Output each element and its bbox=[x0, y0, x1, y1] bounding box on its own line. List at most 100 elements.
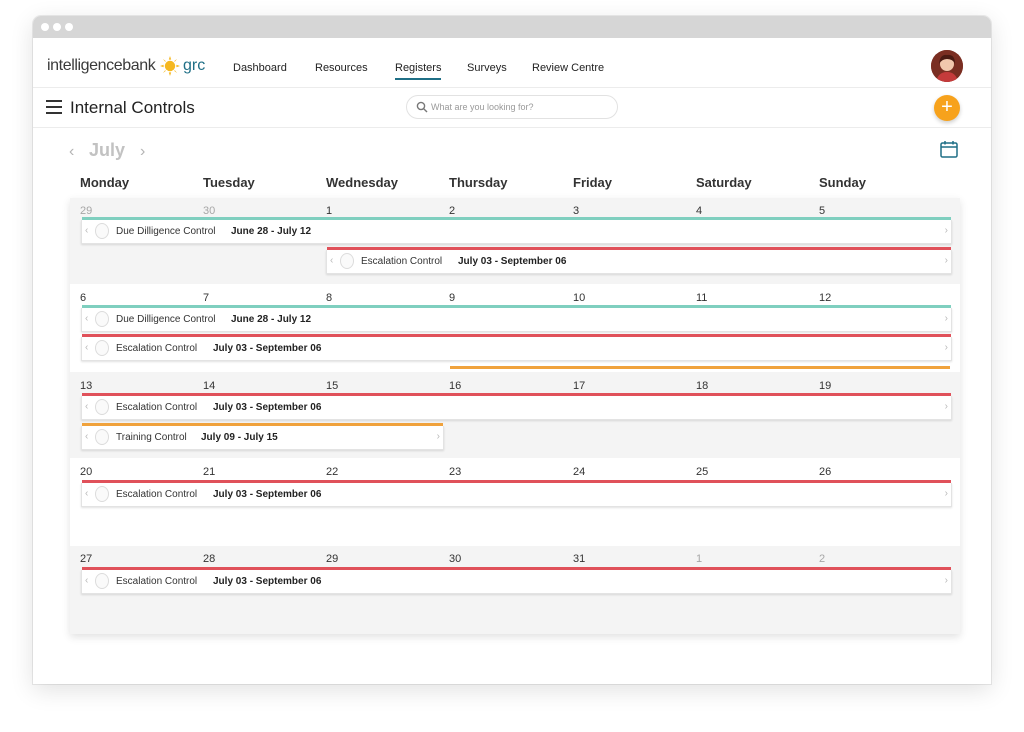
event-name: Escalation Control bbox=[116, 402, 198, 413]
event-dates: July 09 - July 15 bbox=[201, 432, 278, 443]
nav-resources[interactable]: Resources bbox=[315, 62, 368, 74]
event-escalation-control[interactable]: ‹ Escalation Control July 03 - September… bbox=[81, 393, 952, 420]
day-number[interactable]: 16 bbox=[449, 380, 461, 392]
day-number[interactable]: 13 bbox=[80, 380, 92, 392]
event-due-diligence-control[interactable]: ‹ Due Dilligence Control June 28 - July … bbox=[81, 305, 952, 332]
window-close-dot[interactable] bbox=[41, 23, 49, 31]
event-color-line bbox=[82, 480, 951, 483]
logo-suffix: grc bbox=[183, 57, 206, 74]
day-number[interactable]: 27 bbox=[80, 553, 92, 565]
nav-registers[interactable]: Registers bbox=[395, 62, 442, 80]
search-input[interactable] bbox=[431, 99, 611, 115]
event-escalation-control[interactable]: ‹ Escalation Control July 03 - September… bbox=[81, 334, 952, 361]
event-color-line bbox=[327, 247, 951, 250]
event-right-chevron-icon: › bbox=[944, 313, 948, 324]
day-number[interactable]: 12 bbox=[819, 292, 831, 304]
user-avatar[interactable] bbox=[931, 50, 963, 82]
day-number[interactable]: 19 bbox=[819, 380, 831, 392]
event-name: Escalation Control bbox=[116, 343, 198, 354]
day-number[interactable]: 31 bbox=[573, 553, 585, 565]
event-right-chevron-icon: › bbox=[944, 255, 948, 266]
window-titlebar bbox=[33, 16, 991, 38]
day-number[interactable]: 15 bbox=[326, 380, 338, 392]
calendar-week: 6 7 8 9 10 11 12 ‹ Due Dilligence Contro… bbox=[70, 284, 960, 372]
page-title: Internal Controls bbox=[70, 98, 195, 117]
calendar-week: 13 14 15 16 17 18 19 ‹ Escalation Contro… bbox=[70, 372, 960, 458]
prev-month-chevron-icon[interactable]: ‹ bbox=[69, 143, 74, 161]
event-dates: June 28 - July 12 bbox=[231, 226, 312, 237]
event-right-chevron-icon: › bbox=[944, 342, 948, 353]
month-navigator: ‹ July › bbox=[33, 140, 233, 164]
calendar-week: 20 21 22 23 24 25 26 ‹ Escalation Contro… bbox=[70, 458, 960, 546]
day-number[interactable]: 22 bbox=[326, 466, 338, 478]
day-number[interactable]: 30 bbox=[203, 205, 215, 217]
calendar-grid: 29 30 1 2 3 4 5 ‹ Due Dilligence Control… bbox=[70, 198, 960, 634]
event-dates: July 03 - September 06 bbox=[213, 576, 322, 587]
day-number[interactable]: 17 bbox=[573, 380, 585, 392]
day-number[interactable]: 18 bbox=[696, 380, 708, 392]
day-number[interactable]: 28 bbox=[203, 553, 215, 565]
weekday-sunday: Sunday bbox=[819, 175, 866, 190]
day-number[interactable]: 24 bbox=[573, 466, 585, 478]
window-minimize-dot[interactable] bbox=[53, 23, 61, 31]
event-escalation-control[interactable]: ‹ Escalation Control July 03 - September… bbox=[326, 247, 952, 274]
day-number[interactable]: 26 bbox=[819, 466, 831, 478]
nav-dashboard[interactable]: Dashboard bbox=[233, 62, 287, 74]
event-color-line bbox=[82, 567, 951, 570]
event-left-chevron-icon: ‹ bbox=[85, 401, 89, 412]
window-maximize-dot[interactable] bbox=[65, 23, 73, 31]
day-number[interactable]: 11 bbox=[696, 292, 707, 304]
event-status-icon bbox=[95, 311, 109, 327]
day-number[interactable]: 3 bbox=[573, 205, 579, 217]
event-right-chevron-icon: › bbox=[944, 488, 948, 499]
event-color-line bbox=[82, 393, 951, 396]
day-number[interactable]: 10 bbox=[573, 292, 585, 304]
nav-surveys[interactable]: Surveys bbox=[467, 62, 507, 74]
event-left-chevron-icon: ‹ bbox=[85, 225, 89, 236]
day-number[interactable]: 1 bbox=[326, 205, 332, 217]
event-dates: July 03 - September 06 bbox=[213, 402, 322, 413]
event-status-icon bbox=[95, 399, 109, 415]
event-left-chevron-icon: ‹ bbox=[85, 313, 89, 324]
nav-review-centre[interactable]: Review Centre bbox=[532, 62, 604, 74]
next-month-chevron-icon[interactable]: › bbox=[140, 143, 145, 161]
event-training-stripe[interactable] bbox=[450, 366, 950, 369]
event-due-diligence-control[interactable]: ‹ Due Dilligence Control June 28 - July … bbox=[81, 217, 952, 244]
day-number[interactable]: 5 bbox=[819, 205, 825, 217]
day-number[interactable]: 29 bbox=[80, 205, 92, 217]
weekday-tuesday: Tuesday bbox=[203, 175, 255, 190]
day-number[interactable]: 1 bbox=[696, 553, 702, 565]
event-name: Escalation Control bbox=[116, 489, 198, 500]
day-number[interactable]: 4 bbox=[696, 205, 702, 217]
event-escalation-control[interactable]: ‹ Escalation Control July 03 - September… bbox=[81, 480, 952, 507]
add-button[interactable]: + bbox=[934, 95, 960, 121]
event-dates: July 03 - September 06 bbox=[213, 489, 322, 500]
browser-window: intelligencebank grc Dashboard Resources… bbox=[33, 16, 991, 684]
event-right-chevron-icon: › bbox=[944, 575, 948, 586]
search-icon bbox=[416, 101, 428, 113]
day-number[interactable]: 6 bbox=[80, 292, 86, 304]
event-name: Escalation Control bbox=[116, 576, 198, 587]
event-dates: June 28 - July 12 bbox=[231, 314, 312, 325]
day-number[interactable]: 14 bbox=[203, 380, 215, 392]
day-number[interactable]: 30 bbox=[449, 553, 461, 565]
current-month: July bbox=[89, 140, 126, 160]
day-number[interactable]: 21 bbox=[203, 466, 215, 478]
event-training-control[interactable]: ‹ Training Control July 09 - July 15 › bbox=[81, 423, 444, 450]
day-number[interactable]: 2 bbox=[819, 553, 825, 565]
day-number[interactable]: 20 bbox=[80, 466, 92, 478]
day-number[interactable]: 9 bbox=[449, 292, 455, 304]
calendar-icon[interactable] bbox=[940, 140, 958, 158]
event-dates: July 03 - September 06 bbox=[213, 343, 322, 354]
day-number[interactable]: 29 bbox=[326, 553, 338, 565]
day-number[interactable]: 25 bbox=[696, 466, 708, 478]
search-box[interactable] bbox=[406, 95, 618, 119]
event-escalation-control[interactable]: ‹ Escalation Control July 03 - September… bbox=[81, 567, 952, 594]
day-number[interactable]: 23 bbox=[449, 466, 461, 478]
day-number[interactable]: 2 bbox=[449, 205, 455, 217]
top-navigation: intelligencebank grc Dashboard Resources… bbox=[33, 38, 991, 88]
event-left-chevron-icon: ‹ bbox=[85, 488, 89, 499]
hamburger-menu-icon[interactable] bbox=[46, 100, 62, 114]
day-number[interactable]: 7 bbox=[203, 292, 209, 304]
day-number[interactable]: 8 bbox=[326, 292, 332, 304]
